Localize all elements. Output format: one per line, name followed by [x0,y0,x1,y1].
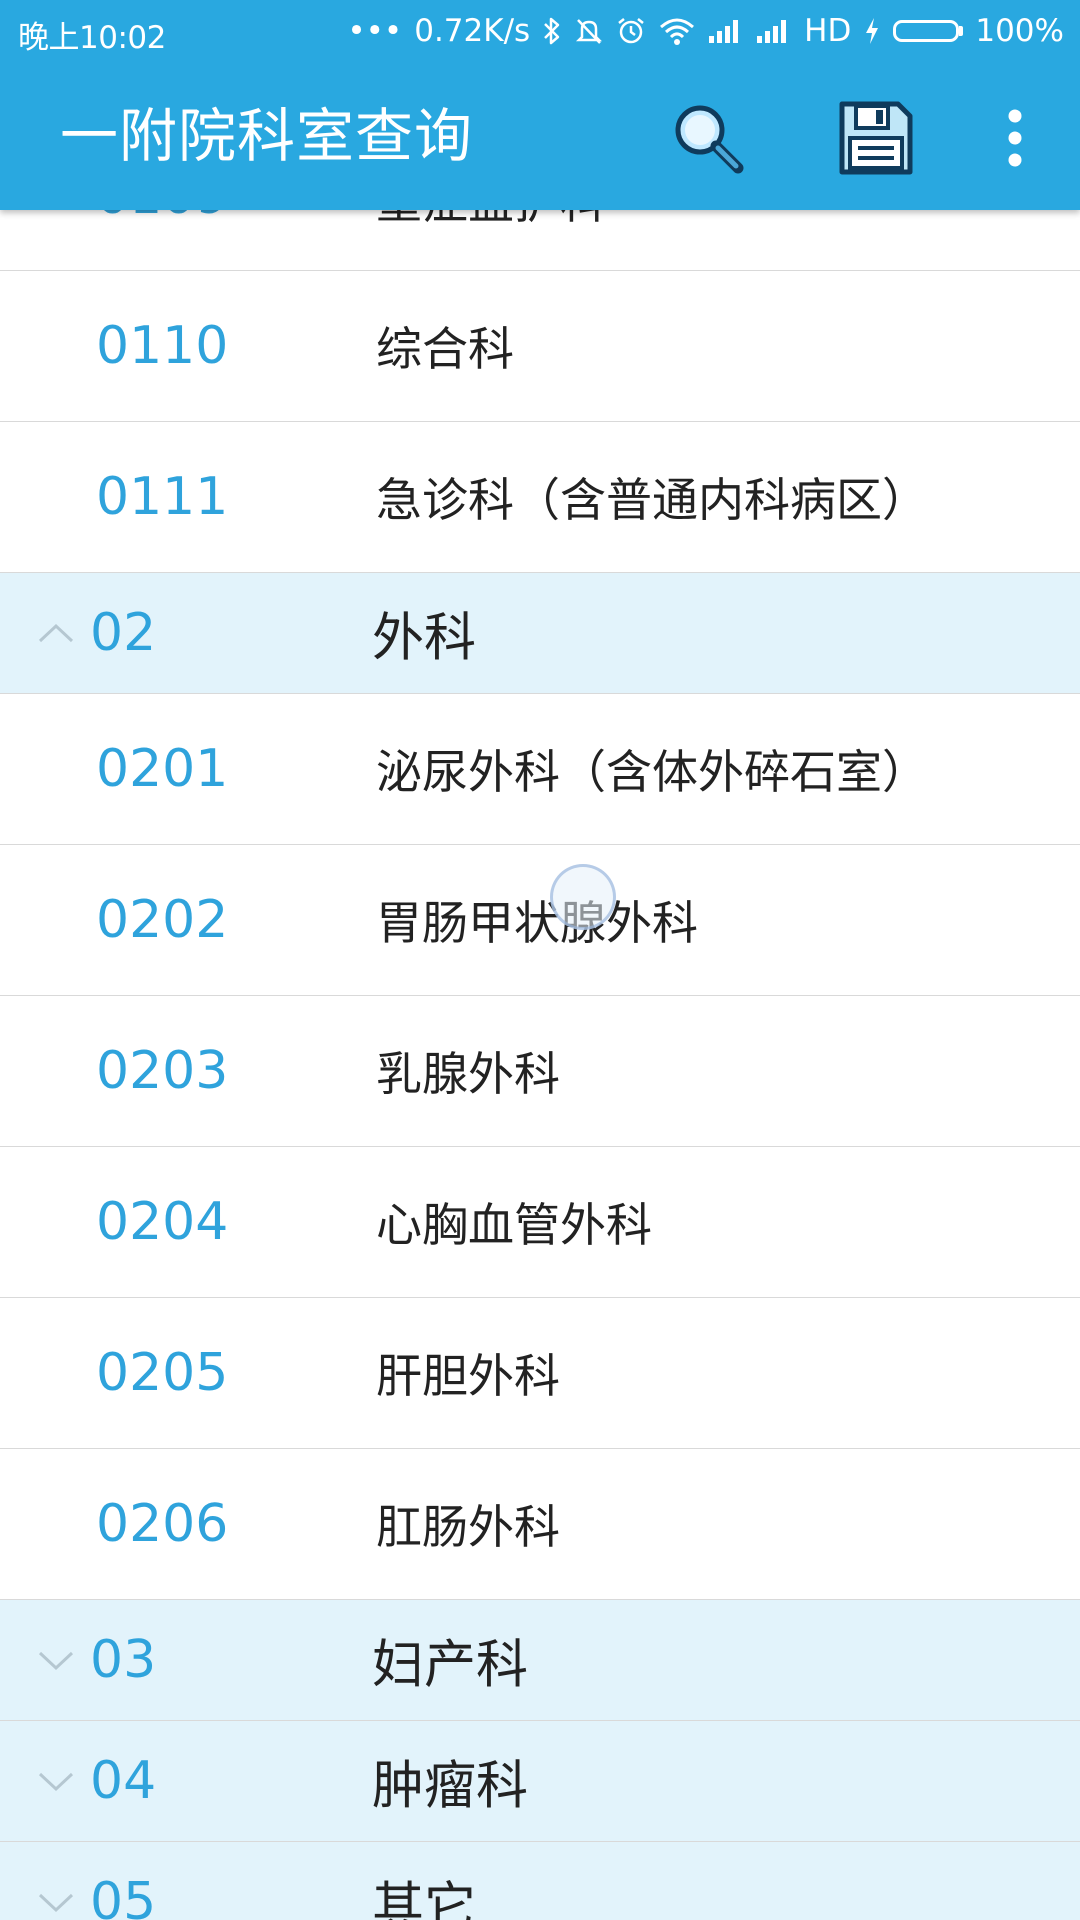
list-item[interactable]: 0205 肝胆外科 [0,1298,1080,1449]
alarm-icon [616,16,646,46]
group-name: 肿瘤科 [372,1756,529,1817]
department-code: 0204 [96,1192,229,1252]
charging-icon [863,16,881,46]
status-time: 晚上10:02 [18,20,166,56]
chevron-up-icon [38,623,74,643]
department-code: 0111 [96,467,229,527]
group-header-oncology[interactable]: 04 肿瘤科 [0,1721,1080,1842]
status-icons: ••• 0.72K/s HD 100% [347,10,1064,52]
mute-icon [574,16,604,46]
screen: 晚上10:02 ••• 0.72K/s HD 100% 一附院科室查询 0110… [0,0,1080,1920]
chevron-down-icon [38,1772,74,1792]
department-name: 肛肠外科 [376,1500,560,1554]
save-icon [839,101,913,175]
group-code: 05 [90,1872,157,1920]
bluetooth-icon [542,16,562,46]
signal-icon [756,18,792,44]
status-bar: 晚上10:02 ••• 0.72K/s HD 100% [0,0,1080,62]
list-item[interactable]: 0201 泌尿外科（含体外碎石室） [0,694,1080,845]
department-name: 乳腺外科 [376,1047,560,1101]
department-code: 0203 [96,1041,229,1101]
group-name: 其它 [372,1877,477,1920]
department-name: 心胸血管外科 [376,1198,652,1252]
group-name: 外科 [372,608,477,669]
list-item[interactable]: 0111 急诊科（含普通内科病区） [0,422,1080,573]
chevron-down-icon [38,1651,74,1671]
battery-icon [893,20,964,42]
chevron-down-icon [38,1893,74,1913]
department-name: 泌尿外科（含体外碎石室） [376,745,928,799]
list-item[interactable]: 0110 综合科 [0,271,1080,422]
save-button[interactable] [836,98,916,178]
group-code: 04 [90,1751,157,1811]
department-name: 肝胆外科 [376,1349,560,1403]
battery-percent: 100% [975,13,1064,49]
more-options-button[interactable] [990,102,1040,174]
search-icon [675,105,744,174]
department-list: 0109 重症监护科 0110 综合科 0111 急诊科（含普通内科病区） 02… [0,166,1080,1920]
list-item[interactable]: 0203 乳腺外科 [0,996,1080,1147]
search-button[interactable] [668,98,748,178]
group-code: 03 [90,1630,157,1690]
wifi-icon [658,16,696,46]
department-code: 0202 [96,890,229,950]
status-dots: ••• [347,13,403,49]
app-bar: 一附院科室查询 [0,62,1080,210]
department-code: 0205 [96,1343,229,1403]
group-header-other[interactable]: 05 其它 [0,1842,1080,1920]
department-code: 0201 [96,739,229,799]
signal-icon [708,18,744,44]
department-name: 急诊科（含普通内科病区） [376,473,928,527]
group-header-surgery[interactable]: 02 外科 [0,573,1080,694]
network-speed: 0.72K/s [414,13,531,49]
list-item[interactable]: 0204 心胸血管外科 [0,1147,1080,1298]
department-name: 胃肠甲状腺外科 [376,896,698,950]
department-name: 综合科 [376,322,514,376]
touch-indicator [550,864,616,930]
page-title: 一附院科室查询 [60,102,474,170]
more-vert-icon [1008,109,1022,167]
group-code: 02 [90,603,157,663]
group-name: 妇产科 [372,1635,529,1696]
list-item[interactable]: 0202 胃肠甲状腺外科 [0,845,1080,996]
department-code: 0206 [96,1494,229,1554]
list-item[interactable]: 0206 肛肠外科 [0,1449,1080,1600]
department-code: 0110 [96,316,229,376]
hd-label: HD [804,13,852,49]
group-header-obstetrics[interactable]: 03 妇产科 [0,1600,1080,1721]
